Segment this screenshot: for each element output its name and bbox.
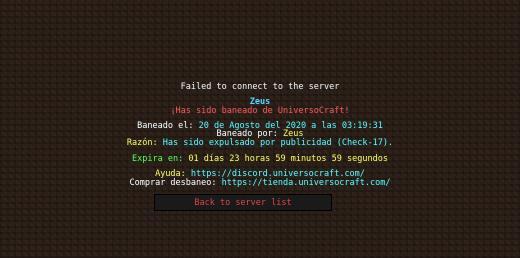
buy-unban-link[interactable]: https://tienda.universocraft.com/ xyxy=(222,178,391,188)
disconnect-screen: Failed to connect to the server Zeus ¡Ha… xyxy=(0,0,520,258)
reason-value: Has sido expulsado por publicidad (Check… xyxy=(162,138,394,148)
back-to-server-list-button[interactable]: Back to server list xyxy=(154,194,332,211)
disconnect-title: Failed to connect to the server xyxy=(180,82,340,92)
buy-unban-label: Comprar desbaneo: xyxy=(129,178,217,188)
expires-label: Expira en: xyxy=(132,154,184,164)
ban-message: ¡Has sido baneado de UniversoCraft! xyxy=(170,106,350,116)
buy-unban-row: Comprar desbaneo: https://tienda.univers… xyxy=(0,178,520,188)
expires-value: 01 días 23 horas 59 minutos 59 segundos xyxy=(188,154,388,164)
reason-label: Razón: xyxy=(126,138,158,148)
reason-row: Razón: Has sido expulsado por publicidad… xyxy=(0,138,520,148)
expires-row: Expira en: 01 días 23 horas 59 minutos 5… xyxy=(0,154,520,164)
